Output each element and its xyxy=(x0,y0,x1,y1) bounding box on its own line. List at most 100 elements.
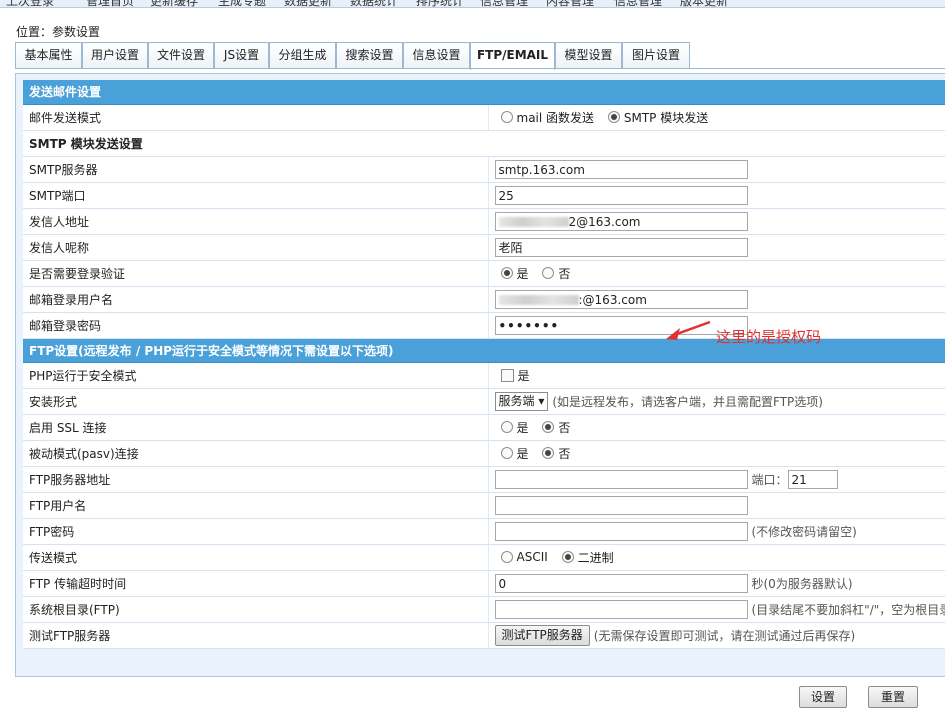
mail-function-radio[interactable] xyxy=(500,111,513,123)
top-menu-item[interactable]: 信息管理 xyxy=(480,0,528,7)
tab-image[interactable]: 图片设置 xyxy=(622,42,690,68)
field-hint: (无需保存设置即可测试，请在测试通过后再保存) xyxy=(593,628,856,643)
ssl-yes-radio[interactable] xyxy=(500,421,513,433)
ftp-host-input[interactable] xyxy=(494,469,748,489)
form-row-test-ftp: 测试FTP服务器 测试FTP服务器 (无需保存设置即可测试，请在测试通过后再保存) xyxy=(23,622,945,649)
checkbox-label: 是 xyxy=(517,368,530,383)
field-value: (目录结尾不要加斜杠"/"，空为根目录) xyxy=(488,596,945,623)
binary-radio[interactable] xyxy=(561,551,574,563)
email-section-header: 发送邮件设置 xyxy=(23,80,945,105)
field-label: FTP服务器地址 xyxy=(23,466,489,493)
field-label: 邮件发送模式 xyxy=(23,104,489,131)
field-label: 邮箱登录密码 xyxy=(23,312,489,339)
field-label: SMTP端口 xyxy=(23,182,489,209)
login-user-input[interactable]: :@163.com xyxy=(494,289,748,309)
top-menu-item[interactable]: 生成专题 xyxy=(218,0,266,7)
tab-model[interactable]: 模型设置 xyxy=(555,42,622,68)
field-hint: (如是远程发布，请选客户端，并且需配置FTP选项) xyxy=(552,394,823,409)
tab-group[interactable]: 分组生成 xyxy=(269,42,336,68)
field-label: 发信人呢称 xyxy=(23,234,489,261)
top-menu-item[interactable]: 管理首页 xyxy=(86,0,134,7)
smtp-module-radio[interactable] xyxy=(607,111,620,123)
input-text: :@163.com xyxy=(578,292,647,307)
radio-label: 否 xyxy=(558,420,571,435)
pasv-yes-radio[interactable] xyxy=(500,447,513,459)
tab-search[interactable]: 搜索设置 xyxy=(336,42,403,68)
form-row-ftp-password: FTP密码 (不修改密码请留空) xyxy=(23,518,945,545)
field-value: mail 函数发送 SMTP 模块发送 xyxy=(488,104,945,131)
settings-form: 发送邮件设置 邮件发送模式 mail 函数发送 SMTP 模块发送 SMTP 模… xyxy=(23,80,945,649)
radio-label: 否 xyxy=(558,446,571,461)
smtp-port-input[interactable]: 25 xyxy=(494,185,748,205)
radio-label: 是 xyxy=(516,446,529,461)
ftp-user-input[interactable] xyxy=(494,495,748,515)
field-label: SMTP服务器 xyxy=(23,156,489,183)
form-row-sender-address: 发信人地址 2@163.com xyxy=(23,208,945,235)
form-row-ftp-user: FTP用户名 xyxy=(23,492,945,519)
tab-underline xyxy=(15,68,945,69)
php-safe-mode-checkbox[interactable] xyxy=(500,368,514,382)
field-value: 25 xyxy=(488,182,945,209)
field-value: 是 否 xyxy=(488,440,945,467)
form-row-pasv: 被动模式(pasv)连接 是 否 xyxy=(23,440,945,467)
top-menu-item[interactable]: 排序统计 xyxy=(416,0,464,7)
install-type-select[interactable]: 服务端 ▾ xyxy=(494,391,549,411)
reset-button[interactable]: 重置 xyxy=(868,686,918,708)
field-label: FTP密码 xyxy=(23,518,489,545)
field-value: 是 xyxy=(488,362,945,389)
form-row-smtp-port: SMTP端口 25 xyxy=(23,182,945,209)
form-row-smtp-server: SMTP服务器 smtp.163.com xyxy=(23,156,945,183)
settings-panel: 发送邮件设置 邮件发送模式 mail 函数发送 SMTP 模块发送 SMTP 模… xyxy=(15,73,945,677)
radio-label: 二进制 xyxy=(577,550,614,565)
field-hint: (不修改密码请留空) xyxy=(751,524,857,539)
field-value: 测试FTP服务器 (无需保存设置即可测试，请在测试通过后再保存) xyxy=(488,622,945,649)
form-row-ssl: 启用 SSL 连接 是 否 xyxy=(23,414,945,441)
root-dir-input[interactable] xyxy=(494,599,748,619)
top-menu-item[interactable]: 数据更新 xyxy=(284,0,332,7)
sender-address-input[interactable]: 2@163.com xyxy=(494,211,748,231)
radio-label: 否 xyxy=(558,266,571,281)
tab-ftp-email[interactable]: FTP/EMAIL xyxy=(470,42,555,70)
auth-yes-radio[interactable] xyxy=(500,267,513,279)
field-label: 发信人地址 xyxy=(23,208,489,235)
top-menu-item[interactable]: 内容管理 xyxy=(546,0,594,7)
subheader-title: SMTP 模块发送设置 xyxy=(23,130,945,157)
field-label: 是否需要登录验证 xyxy=(23,260,489,287)
tab-basic[interactable]: 基本属性 xyxy=(15,42,82,68)
form-row-sender-nickname: 发信人呢称 老陌 xyxy=(23,234,945,261)
field-label: 安装形式 xyxy=(23,388,489,415)
top-menu-item[interactable]: 版本更新 xyxy=(680,0,728,7)
top-menu-bar: 上次登录 管理首页 更新缓存 生成专题 数据更新 数据统计 排序统计 信息管理 … xyxy=(0,0,945,8)
ssl-no-radio[interactable] xyxy=(542,421,555,433)
top-menu-item[interactable]: 数据统计 xyxy=(350,0,398,7)
radio-label: 是 xyxy=(516,266,529,281)
ftp-port-input[interactable]: 21 xyxy=(787,469,838,489)
auth-no-radio[interactable] xyxy=(542,267,555,279)
top-menu-item[interactable]: 上次登录 xyxy=(6,0,54,7)
smtp-server-input[interactable]: smtp.163.com xyxy=(494,159,748,179)
redacted-blur xyxy=(498,295,579,305)
pasv-no-radio[interactable] xyxy=(542,447,555,459)
field-label: 启用 SSL 连接 xyxy=(23,414,489,441)
field-label: 传送模式 xyxy=(23,544,489,571)
form-row-login-user: 邮箱登录用户名 :@163.com xyxy=(23,286,945,313)
tab-info[interactable]: 信息设置 xyxy=(403,42,470,68)
form-row-ftp-host: FTP服务器地址 端口： 21 xyxy=(23,466,945,493)
test-ftp-button[interactable]: 测试FTP服务器 xyxy=(494,624,590,646)
tab-user[interactable]: 用户设置 xyxy=(82,42,148,68)
submit-button[interactable]: 设置 xyxy=(799,686,847,708)
ascii-radio[interactable] xyxy=(500,551,513,563)
top-menu-item[interactable]: 更新缓存 xyxy=(150,0,198,7)
field-hint: (目录结尾不要加斜杠"/"，空为根目录) xyxy=(751,602,945,617)
tab-js[interactable]: JS设置 xyxy=(214,42,269,68)
timeout-input[interactable]: 0 xyxy=(494,573,748,593)
sender-nickname-input[interactable]: 老陌 xyxy=(494,237,748,257)
ftp-password-input[interactable] xyxy=(494,521,748,541)
form-row-root-dir: 系统根目录(FTP) (目录结尾不要加斜杠"/"，空为根目录) xyxy=(23,596,945,623)
tab-file[interactable]: 文件设置 xyxy=(148,42,214,68)
field-label: FTP用户名 xyxy=(23,492,489,519)
field-value: (不修改密码请留空) xyxy=(488,518,945,545)
field-label: 被动模式(pasv)连接 xyxy=(23,440,489,467)
field-label: 系统根目录(FTP) xyxy=(23,596,489,623)
top-menu-item[interactable]: 信息管理 xyxy=(614,0,662,7)
